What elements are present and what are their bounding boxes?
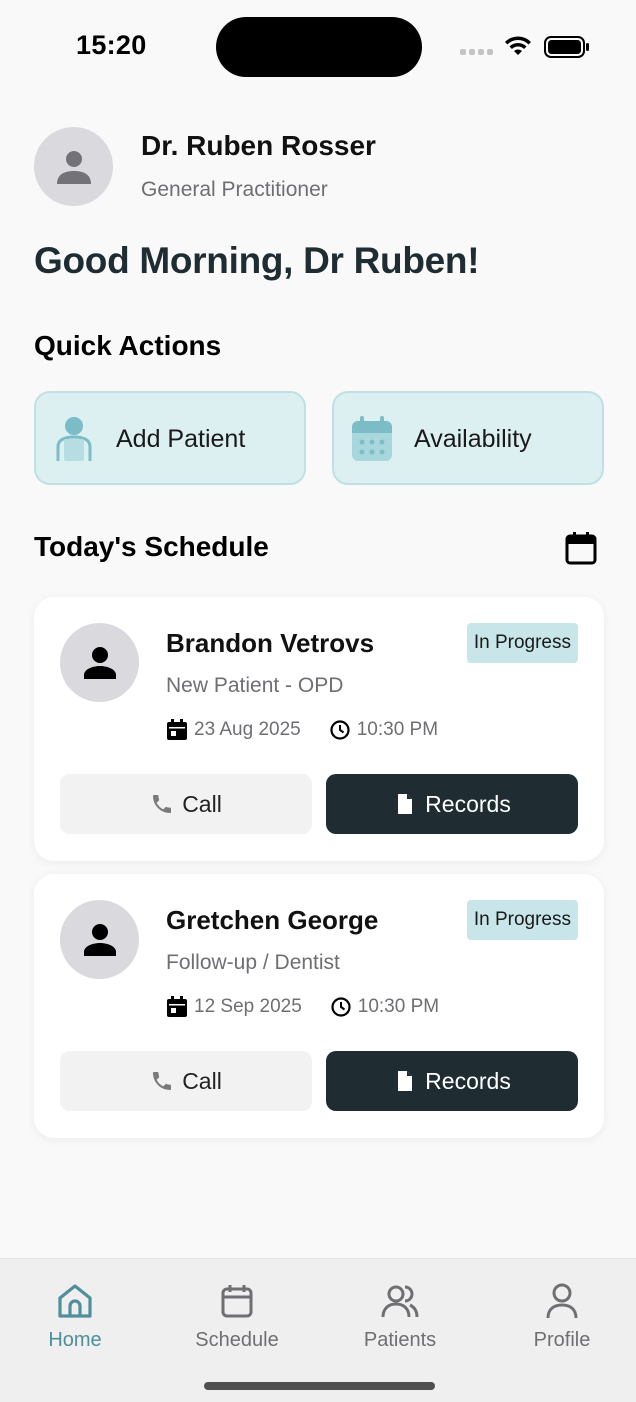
- document-icon: [398, 794, 413, 814]
- patient-name: Gretchen George: [166, 905, 379, 935]
- calendar-grid-icon: [352, 416, 392, 461]
- appointment-date: 23 Aug 2025: [194, 719, 301, 740]
- appointment-type: New Patient - OPD: [166, 674, 344, 697]
- person-icon: [56, 417, 92, 461]
- tab-profile[interactable]: Profile: [502, 1281, 622, 1352]
- patient-name: Brandon Vetrovs: [166, 628, 375, 658]
- status-time: 15:20: [76, 30, 147, 60]
- tab-schedule-label: Schedule: [195, 1329, 279, 1351]
- records-label: Records: [425, 1067, 511, 1094]
- patient-avatar: [60, 623, 139, 702]
- availability-button[interactable]: Availability: [332, 391, 604, 485]
- call-button[interactable]: Call: [60, 1051, 312, 1111]
- tab-bar: Home Schedule Patients Profile: [0, 1258, 636, 1402]
- doctor-avatar[interactable]: [34, 127, 113, 206]
- call-label: Call: [182, 1067, 222, 1094]
- tab-schedule[interactable]: Schedule: [177, 1281, 297, 1352]
- phone-icon: [153, 1072, 172, 1090]
- tab-profile-label: Profile: [533, 1329, 591, 1351]
- appointment-time: 10:30 PM: [357, 996, 440, 1017]
- doctor-name: Dr. Ruben Rosser: [141, 130, 376, 161]
- add-patient-button[interactable]: Add Patient: [34, 391, 306, 485]
- phone-icon: [153, 795, 172, 813]
- records-button[interactable]: Records: [326, 1051, 578, 1111]
- tab-home[interactable]: Home: [15, 1281, 135, 1352]
- calendar-icon: [221, 1285, 253, 1318]
- dynamic-island: [216, 17, 422, 77]
- person-icon: [83, 646, 116, 679]
- appointment-meta: 12 Sep 2025 10:30 PM: [166, 996, 439, 1018]
- records-button[interactable]: Records: [326, 774, 578, 834]
- home-icon: [58, 1284, 92, 1318]
- home-indicator: [204, 1382, 435, 1390]
- tab-home-label: Home: [48, 1329, 102, 1351]
- patient-avatar: [60, 900, 139, 979]
- greeting-title: Good Morning, Dr Ruben!: [34, 240, 480, 281]
- status-bar: 15:20: [0, 0, 636, 90]
- records-label: Records: [425, 790, 511, 817]
- todays-schedule-title: Today's Schedule: [34, 531, 269, 562]
- calendar-icon[interactable]: [565, 531, 597, 565]
- user-icon: [546, 1283, 578, 1319]
- clock-icon: [330, 720, 350, 740]
- battery-icon: [544, 36, 589, 58]
- calendar-icon: [167, 719, 187, 740]
- document-icon: [398, 1071, 413, 1091]
- users-icon: [381, 1285, 419, 1318]
- tab-patients[interactable]: Patients: [340, 1281, 460, 1352]
- call-label: Call: [182, 790, 222, 817]
- appointment-type: Follow-up / Dentist: [166, 951, 340, 974]
- cellular-signal-icon: [460, 49, 493, 55]
- calendar-icon: [167, 996, 187, 1017]
- doctor-role: General Practitioner: [141, 178, 328, 201]
- appointment-card[interactable]: Gretchen George Follow-up / Dentist In P…: [34, 874, 604, 1138]
- call-button[interactable]: Call: [60, 774, 312, 834]
- appointment-time: 10:30 PM: [356, 719, 439, 740]
- appointment-card[interactable]: Brandon Vetrovs New Patient - OPD In Pro…: [34, 597, 604, 861]
- appointment-date: 12 Sep 2025: [194, 996, 302, 1017]
- quick-actions-title: Quick Actions: [34, 330, 222, 361]
- person-icon: [83, 923, 116, 956]
- status-badge: In Progress: [466, 623, 578, 663]
- person-icon: [56, 150, 91, 184]
- tab-patients-label: Patients: [363, 1329, 437, 1351]
- status-badge: In Progress: [466, 900, 578, 940]
- wifi-icon: [505, 36, 531, 55]
- availability-label: Availability: [414, 425, 532, 453]
- add-patient-label: Add Patient: [116, 425, 246, 453]
- appointment-meta: 23 Aug 2025 10:30 PM: [166, 719, 438, 741]
- clock-icon: [331, 997, 351, 1017]
